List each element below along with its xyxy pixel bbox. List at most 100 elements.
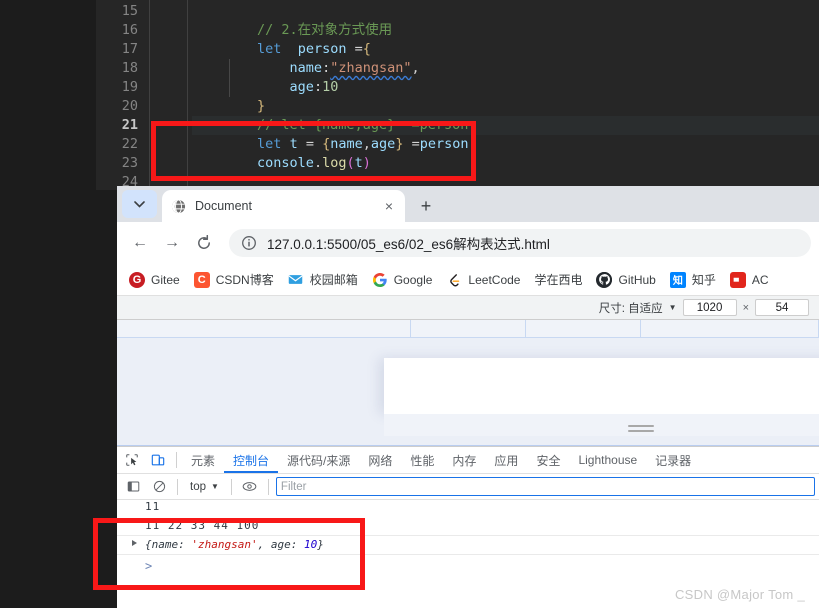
editor-line-number: 17 <box>121 41 138 57</box>
editor-code-line[interactable]: age:10 <box>192 78 819 97</box>
divider <box>176 452 177 468</box>
tab-search-icon[interactable] <box>122 190 157 218</box>
editor-code-line[interactable] <box>192 2 819 21</box>
devtools-tab-Lighthouse[interactable]: Lighthouse <box>569 447 646 473</box>
devtools-tab-元素[interactable]: 元素 <box>182 447 224 473</box>
tab-strip: Document × + <box>117 186 819 222</box>
forward-button[interactable]: → <box>157 228 187 258</box>
emulated-viewport[interactable] <box>117 320 819 446</box>
console-filter-input[interactable]: Filter <box>275 477 815 496</box>
console-partial-text: 11 <box>145 500 161 513</box>
divider <box>267 478 269 495</box>
bookmarks-bar: G Gitee C CSDN博客 校园邮箱 Google LeetCode 学在西电 GitHu… <box>117 264 819 296</box>
indent-guide <box>187 0 188 190</box>
expand-triangle-icon[interactable] <box>132 540 137 546</box>
code-token-var: name <box>330 136 363 152</box>
editor-code-line[interactable]: // let {name,age} =person <box>192 116 819 135</box>
bookmark-Gitee[interactable]: G Gitee <box>123 268 186 292</box>
editor-line-numbers: 15 16 17 18 19 20 21 22 23 24 <box>96 0 146 190</box>
devtools-tab-性能[interactable]: 性能 <box>401 447 443 473</box>
devtools-tab-网络[interactable]: 网络 <box>359 447 401 473</box>
viewport-resize-handle[interactable] <box>628 425 654 434</box>
bookmark-学在西电[interactable]: 学在西电 <box>528 268 588 292</box>
code-token-op: . <box>313 155 323 171</box>
viewport-width-input[interactable]: 1020 <box>682 299 737 316</box>
devtools-tab-源代码/来源[interactable]: 源代码/来源 <box>278 447 359 473</box>
console-sidebar-icon[interactable] <box>120 475 146 499</box>
back-button[interactable]: ← <box>125 228 155 258</box>
code-token-kw: let <box>257 41 282 57</box>
editor-code-line[interactable]: let person ={ <box>192 40 819 59</box>
devtools-tab-内存[interactable]: 内存 <box>443 447 485 473</box>
editor-code-lines[interactable]: // 2.在对象方式使用 let person ={ name:"zhangsa… <box>192 2 819 190</box>
indent-guide <box>149 0 150 190</box>
console-context-selector[interactable]: top ▼ <box>183 477 226 497</box>
handle-bar <box>628 430 654 432</box>
code-token-var: age <box>289 79 314 95</box>
devtools-tab-应用[interactable]: 应用 <box>485 447 527 473</box>
address-bar[interactable]: 127.0.0.1:5500/05_es6/02_es6解构表达式.html <box>229 229 811 257</box>
object-separator: , <box>257 538 271 551</box>
dimension-separator: × <box>742 301 749 314</box>
editor-line-number: 20 <box>121 98 138 114</box>
zhihu-icon: 知 <box>669 271 686 288</box>
bookmark-知乎[interactable]: 知知乎 <box>664 268 722 292</box>
clear-console-icon[interactable] <box>146 475 172 499</box>
browser-tab[interactable]: Document × <box>162 190 405 222</box>
code-token-brace: { <box>362 41 371 57</box>
editor-code-line[interactable]: name:"zhangsan", <box>192 59 819 78</box>
devtools-tab-控制台[interactable]: 控制台 <box>224 447 278 473</box>
globe-icon <box>170 198 186 214</box>
editor-code-line[interactable]: console.log(t) <box>192 154 819 173</box>
editor-body[interactable]: 15 16 17 18 19 20 21 22 23 24 // 2.在对象方式使用 let pe… <box>96 0 819 190</box>
close-icon[interactable]: × <box>381 198 397 214</box>
handle-bar <box>628 425 654 427</box>
bookmark-GitHub[interactable]: GitHub <box>590 268 661 292</box>
live-expression-icon[interactable] <box>237 475 263 499</box>
devtools-tab-记录器[interactable]: 记录器 <box>646 447 700 473</box>
bookmark-AC[interactable]: AC <box>724 268 775 292</box>
code-token-var: person <box>419 136 469 152</box>
code-token-op: : <box>313 79 323 95</box>
address-bar-url: 127.0.0.1:5500/05_es6/02_es6解构表达式.html <box>267 237 550 252</box>
code-token-comment: // 2.在对象方式使用 <box>257 22 393 38</box>
bookmark-校园邮箱[interactable]: 校园邮箱 <box>282 268 364 292</box>
new-tab-button[interactable]: + <box>413 193 439 219</box>
console-log-numbers: 11 22 33 44 100 <box>145 519 260 532</box>
device-emulation-bar: 尺寸: 自适应 ▼ 1020 × 54 <box>117 296 819 320</box>
inspect-element-icon[interactable] <box>119 448 145 472</box>
code-token-op: = <box>411 136 420 152</box>
devtools-tab-安全[interactable]: 安全 <box>527 447 569 473</box>
editor-code-line[interactable]: // 2.在对象方式使用 <box>192 21 819 40</box>
editor-code-line[interactable]: let t = {name,age} =person <box>192 135 819 154</box>
bookmark-CSDN博客[interactable]: C CSDN博客 <box>188 268 280 292</box>
devtools-tab-bar: 元素 控制台 源代码/来源 网络 性能 内存 应用 安全 Lighthouse 记录器 <box>117 447 819 474</box>
console-row-object[interactable]: {name: 'zhangsan', age: 10} <box>117 536 819 555</box>
reload-button[interactable] <box>189 228 219 258</box>
device-size-label[interactable]: 尺寸: 自适应 <box>599 300 663 316</box>
browser-toolbar: ← → 127.0.0.1:5500/05_es6/02_es6解构表达式.ht… <box>117 222 819 264</box>
editor-code-line[interactable]: } <box>192 97 819 116</box>
code-token-brace: } <box>257 98 266 114</box>
chrome-browser-window: Document × + ← → 127.0.0.1:5500/05_es6/0… <box>117 186 819 608</box>
bookmark-label: Google <box>393 272 433 287</box>
viewport-height-input[interactable]: 54 <box>755 299 809 316</box>
info-circle-icon[interactable] <box>241 235 257 251</box>
device-toolbar-icon[interactable] <box>145 448 171 472</box>
code-token-var: t <box>289 136 298 152</box>
console-prompt[interactable]: > <box>117 555 819 575</box>
editor-line-number: 23 <box>121 155 138 171</box>
bookmark-Google[interactable]: Google <box>366 268 439 292</box>
chevron-down-icon[interactable]: ▼ <box>669 303 677 312</box>
bookmark-LeetCode[interactable]: LeetCode <box>440 268 526 292</box>
object-value-name: 'zhangsan' <box>191 538 258 551</box>
divider <box>177 478 178 495</box>
